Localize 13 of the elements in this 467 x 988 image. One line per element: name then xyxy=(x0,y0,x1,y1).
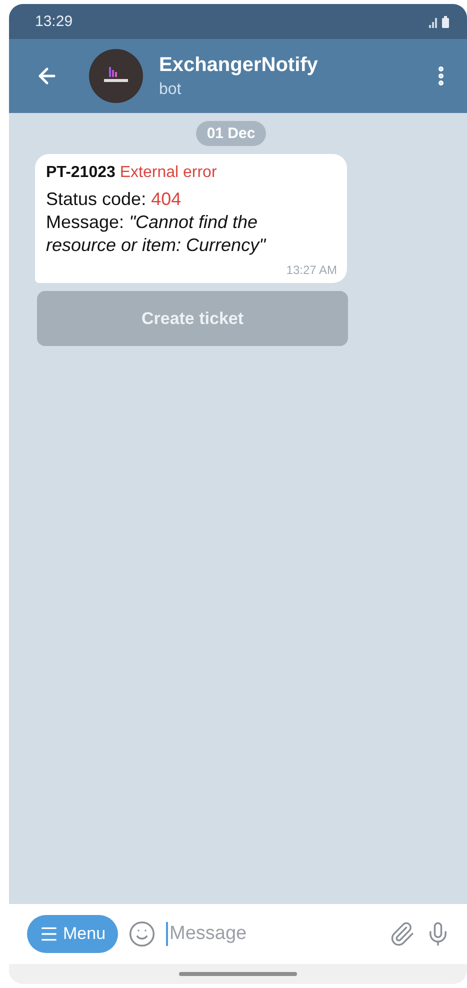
status-line: Status code: 404 xyxy=(46,188,182,211)
message-time: 13:27 AM xyxy=(286,263,337,277)
date-chip: 01 Dec xyxy=(196,121,266,146)
message-title: PT-21023 External error xyxy=(46,164,218,182)
menu-button[interactable]: Menu xyxy=(27,915,118,953)
status-time: 13:29 xyxy=(35,13,73,30)
emoji-icon[interactable] xyxy=(128,920,156,948)
message-line: Message: "Cannot find the resource or item: Currency" xyxy=(46,211,268,257)
create-ticket-button[interactable]: Create ticket xyxy=(37,291,348,346)
signal-battery-icon xyxy=(429,16,451,28)
attach-icon[interactable] xyxy=(389,921,415,947)
chat-title: ExchangerNotify xyxy=(159,54,319,76)
chat-subtitle: bot xyxy=(159,80,182,98)
